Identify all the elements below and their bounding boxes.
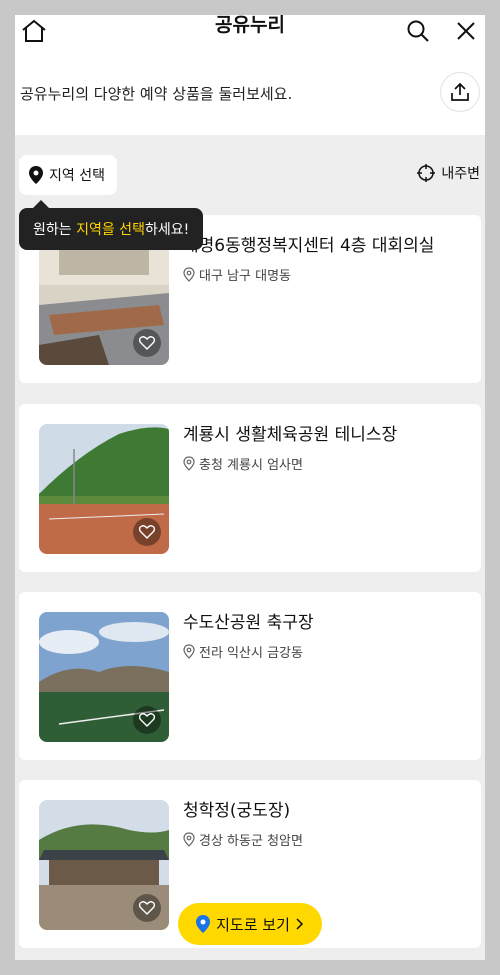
- header: 공유누리 공유누리의 다양한 예약 상품을 둘러보세요.: [15, 15, 485, 135]
- item-title: 수도산공원 축구장: [183, 613, 314, 633]
- map-view-button[interactable]: 지도로 보기: [178, 903, 322, 945]
- item-location: 전라 익산시 금강동: [183, 642, 303, 661]
- favorite-button[interactable]: [133, 894, 161, 922]
- location-pin-icon: [183, 267, 195, 282]
- item-thumbnail: [39, 612, 169, 742]
- item-location-text: 전라 익산시 금강동: [199, 646, 303, 661]
- item-location: 경상 하동군 청암면: [183, 830, 303, 849]
- close-button[interactable]: [446, 15, 485, 51]
- share-icon: [451, 82, 469, 101]
- item-location-text: 대구 남구 대명동: [199, 269, 291, 284]
- search-button[interactable]: [398, 15, 438, 51]
- near-me-label: 내주변: [441, 166, 480, 182]
- heart-icon: [139, 525, 155, 539]
- tooltip-suffix: 하세요!: [144, 222, 190, 238]
- near-me-button[interactable]: 내주변: [417, 163, 480, 183]
- share-button[interactable]: [440, 72, 480, 112]
- location-pin-icon: [183, 456, 195, 471]
- tooltip-prefix: 원하는: [33, 222, 77, 238]
- item-thumbnail: [39, 424, 169, 554]
- region-select-label: 지역 선택: [49, 168, 105, 184]
- favorite-button[interactable]: [133, 518, 161, 546]
- list-item[interactable]: 계룡시 생활체육공원 테니스장 충청 계룡시 엄사면: [19, 404, 481, 572]
- heart-icon: [139, 713, 155, 727]
- item-thumbnail: [39, 800, 169, 930]
- item-location: 대구 남구 대명동: [183, 265, 291, 284]
- item-location-text: 충청 계룡시 엄사면: [199, 458, 303, 473]
- heart-icon: [139, 336, 155, 350]
- app-frame: 공유누리 공유누리의 다양한 예약 상품을 둘러보세요. 지역 선택 내주변 원…: [15, 15, 485, 960]
- crosshair-icon: [417, 164, 436, 182]
- map-view-label: 지도로 보기: [216, 915, 290, 934]
- location-pin-icon: [29, 166, 43, 184]
- tooltip-highlight: 지역을 선택: [76, 222, 145, 238]
- item-location: 충청 계룡시 엄사면: [183, 454, 303, 473]
- search-icon: [407, 20, 429, 42]
- page-subtitle: 공유누리의 다양한 예약 상품을 둘러보세요.: [20, 85, 293, 103]
- chevron-right-icon: [296, 918, 303, 930]
- list-item[interactable]: 수도산공원 축구장 전라 익산시 금강동: [19, 592, 481, 760]
- item-title: 계룡시 생활체육공원 테니스장: [183, 425, 398, 445]
- favorite-button[interactable]: [133, 706, 161, 734]
- location-pin-icon: [183, 832, 195, 847]
- item-thumbnail: [39, 235, 169, 365]
- favorite-button[interactable]: [133, 329, 161, 357]
- region-tooltip: 원하는 지역을 선택 하세요!: [19, 200, 204, 250]
- item-title: 청학정(궁도장): [183, 801, 291, 821]
- map-pin-icon: [196, 915, 211, 933]
- heart-icon: [139, 901, 155, 915]
- region-select-button[interactable]: 지역 선택: [19, 155, 117, 195]
- item-title: 대명6동행정복지센터 4층 대회의실: [183, 236, 435, 256]
- item-location-text: 경상 하동군 청암면: [199, 834, 303, 849]
- location-pin-icon: [183, 644, 195, 659]
- close-icon: [457, 22, 475, 40]
